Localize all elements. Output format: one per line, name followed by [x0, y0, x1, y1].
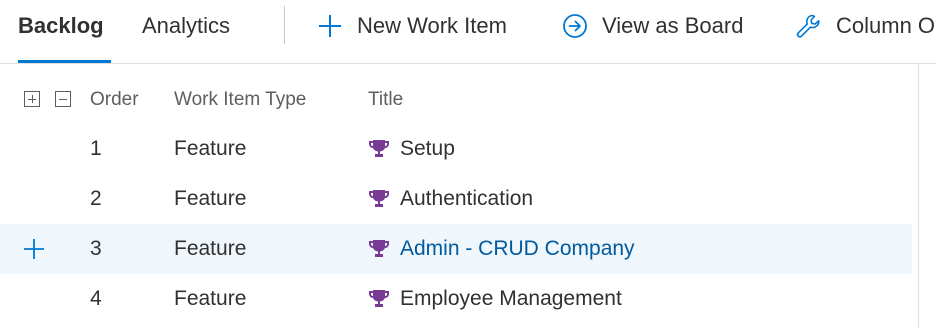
row-order: 1 [90, 137, 102, 160]
table-row[interactable]: 2 Feature Authentication [0, 174, 912, 224]
column-options-label: Column O [836, 13, 936, 38]
row-work-item-type: Feature [174, 287, 247, 310]
row-title-link[interactable]: Authentication [400, 174, 533, 224]
pane-divider [918, 64, 919, 328]
view-as-board-button[interactable]: View as Board [562, 10, 743, 42]
table-row[interactable]: 3 Feature Admin - CRUD Company [0, 224, 912, 274]
row-order: 3 [90, 237, 102, 260]
row-title-link[interactable]: Setup [400, 124, 455, 174]
trophy-icon [369, 240, 389, 257]
row-title-link[interactable]: Employee Management [400, 274, 622, 324]
column-header-order[interactable]: Order [90, 89, 139, 111]
view-as-board-label: View as Board [602, 13, 744, 38]
tab-backlog[interactable]: Backlog [18, 12, 104, 40]
toolbar-divider [284, 6, 285, 44]
add-child-plus-icon[interactable] [24, 239, 44, 259]
plus-icon [319, 15, 341, 37]
active-tab-indicator [18, 60, 111, 63]
row-work-item-type: Feature [174, 187, 247, 210]
backlog-toolbar: Backlog Analytics New Work Item View as … [0, 0, 936, 64]
row-work-item-type: Feature [174, 137, 247, 160]
expand-all-icon[interactable] [24, 91, 40, 107]
tab-analytics[interactable]: Analytics [142, 12, 230, 40]
table-row[interactable]: 1 Feature Setup [0, 124, 912, 174]
row-title-link[interactable]: Admin - CRUD Company [400, 224, 635, 274]
new-work-item-button[interactable]: New Work Item [317, 10, 507, 42]
column-header-work-item-type[interactable]: Work Item Type [174, 89, 306, 111]
collapse-all-icon[interactable] [55, 91, 71, 107]
column-header-title[interactable]: Title [368, 89, 403, 111]
trophy-icon [369, 140, 389, 157]
column-options-button[interactable]: Column O [794, 10, 935, 42]
trophy-icon [369, 290, 389, 307]
wrench-icon [796, 14, 820, 38]
new-work-item-label: New Work Item [357, 13, 507, 38]
row-work-item-type: Feature [174, 237, 247, 260]
arrow-circle-right-icon [563, 14, 587, 38]
trophy-icon [369, 190, 389, 207]
table-row[interactable]: 4 Feature Employee Management [0, 274, 912, 324]
row-order: 2 [90, 187, 102, 210]
row-order: 4 [90, 287, 102, 310]
